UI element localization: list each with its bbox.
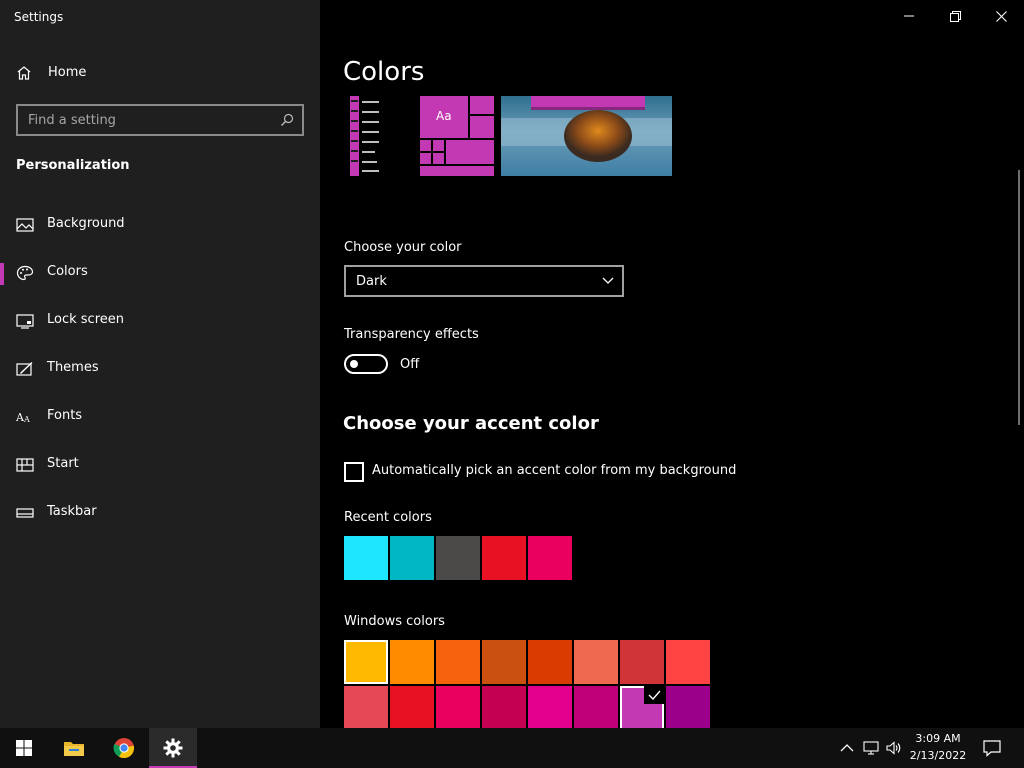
windows-color-swatch[interactable] xyxy=(574,640,618,684)
close-button[interactable] xyxy=(978,0,1024,32)
themes-icon xyxy=(16,361,33,376)
windows-color-swatch[interactable] xyxy=(620,640,664,684)
windows-color-swatch[interactable] xyxy=(666,686,710,728)
windows-color-swatch[interactable] xyxy=(528,640,572,684)
app-title: Settings xyxy=(14,10,64,24)
section-title: Personalization xyxy=(16,158,130,173)
recent-color-swatch[interactable] xyxy=(482,536,526,580)
search-input[interactable] xyxy=(18,106,268,134)
start-button[interactable] xyxy=(0,728,48,768)
selection-indicator xyxy=(0,263,4,285)
settings-sidebar: Settings Home Personalization Background… xyxy=(0,0,320,728)
sidebar-item-label: Fonts xyxy=(47,408,83,423)
sidebar-item-label: Start xyxy=(47,456,79,471)
windows-color-swatch[interactable] xyxy=(528,686,572,728)
windows-logo-icon xyxy=(16,740,32,756)
sidebar-item-colors[interactable]: Colors xyxy=(0,253,320,293)
chevron-down-icon xyxy=(602,277,614,284)
recent-color-swatch[interactable] xyxy=(390,536,434,580)
recent-colors-label: Recent colors xyxy=(344,510,432,525)
sidebar-item-label: Lock screen xyxy=(47,312,124,327)
windows-color-swatch[interactable] xyxy=(344,640,388,684)
windows-color-swatch[interactable] xyxy=(436,686,480,728)
sidebar-item-taskbar[interactable]: Taskbar xyxy=(0,493,320,533)
recent-color-swatch[interactable] xyxy=(344,536,388,580)
lock-screen-icon xyxy=(16,314,34,329)
clock-date[interactable]: 2/13/2022 xyxy=(906,749,970,762)
start-icon xyxy=(16,458,34,472)
gear-icon xyxy=(163,738,183,758)
search-box[interactable] xyxy=(16,104,304,136)
sidebar-item-label: Background xyxy=(47,216,125,231)
sidebar-item-label: Colors xyxy=(47,264,88,279)
sidebar-item-start[interactable]: Start xyxy=(0,445,320,485)
accent-title: Choose your accent color xyxy=(343,413,599,434)
sidebar-item-background[interactable]: Background xyxy=(0,205,320,245)
scrollbar[interactable] xyxy=(1018,170,1020,425)
minimize-icon xyxy=(904,15,914,17)
svg-text:Aa: Aa xyxy=(436,109,452,123)
action-center-icon[interactable] xyxy=(983,739,1001,757)
chevron-up-icon[interactable] xyxy=(839,740,855,756)
windows-color-swatch[interactable] xyxy=(620,686,664,728)
choose-color-dropdown[interactable]: Dark xyxy=(344,265,624,297)
taskbar-app-chrome[interactable] xyxy=(100,728,148,768)
sidebar-item-lock-screen[interactable]: Lock screen xyxy=(0,301,320,341)
auto-pick-label[interactable]: Automatically pick an accent color from … xyxy=(372,463,736,478)
recent-color-swatch[interactable] xyxy=(436,536,480,580)
taskbar: 3:09 AM 2/13/2022 xyxy=(0,728,1024,768)
network-icon[interactable] xyxy=(863,740,879,756)
windows-color-swatch[interactable] xyxy=(482,640,526,684)
search-icon[interactable] xyxy=(280,113,294,127)
transparency-label: Transparency effects xyxy=(344,327,479,342)
sidebar-item-label: Themes xyxy=(47,360,99,375)
sidebar-item-themes[interactable]: Themes xyxy=(0,349,320,389)
restore-button[interactable] xyxy=(932,0,978,32)
theme-preview-image: Aa xyxy=(350,96,672,176)
checkmark-icon xyxy=(644,686,664,704)
restore-icon xyxy=(949,10,961,22)
toggle-state-label: Off xyxy=(400,357,420,372)
sidebar-item-label: Taskbar xyxy=(47,504,97,519)
taskbar-icon xyxy=(16,508,34,518)
svg-text:A: A xyxy=(23,415,30,424)
fonts-icon: A A xyxy=(16,411,30,424)
windows-color-swatch[interactable] xyxy=(436,640,480,684)
windows-color-swatch[interactable] xyxy=(666,640,710,684)
taskbar-app-file-explorer[interactable] xyxy=(50,728,98,768)
chrome-icon xyxy=(113,738,135,759)
recent-color-swatch[interactable] xyxy=(528,536,572,580)
transparency-toggle[interactable] xyxy=(344,354,388,374)
windows-color-swatch[interactable] xyxy=(344,686,388,728)
home-icon xyxy=(17,66,31,80)
page-title: Colors xyxy=(343,57,425,87)
minimize-button[interactable] xyxy=(886,0,932,32)
sidebar-item-fonts[interactable]: A A Fonts xyxy=(0,397,320,437)
windows-color-swatch[interactable] xyxy=(574,686,618,728)
auto-pick-checkbox[interactable] xyxy=(344,462,364,482)
sidebar-item-home[interactable]: Home xyxy=(0,56,320,90)
clock-time[interactable]: 3:09 AM xyxy=(912,732,964,745)
sidebar-item-label: Home xyxy=(48,65,87,80)
dropdown-value: Dark xyxy=(356,274,387,289)
windows-color-swatch[interactable] xyxy=(390,640,434,684)
windows-colors-label: Windows colors xyxy=(344,614,445,629)
colors-page: Colors Aa Choose your color Dark Transpa… xyxy=(320,0,1024,728)
palette-icon xyxy=(16,265,34,281)
volume-icon[interactable] xyxy=(886,740,902,756)
taskbar-app-settings[interactable] xyxy=(149,728,197,768)
toggle-knob xyxy=(350,360,358,368)
picture-icon xyxy=(16,218,34,232)
close-icon xyxy=(995,10,1007,22)
windows-color-swatch[interactable] xyxy=(482,686,526,728)
windows-color-swatch[interactable] xyxy=(390,686,434,728)
theme-preview: Aa xyxy=(350,96,672,176)
folder-icon xyxy=(64,742,84,756)
choose-color-label: Choose your color xyxy=(344,240,462,255)
